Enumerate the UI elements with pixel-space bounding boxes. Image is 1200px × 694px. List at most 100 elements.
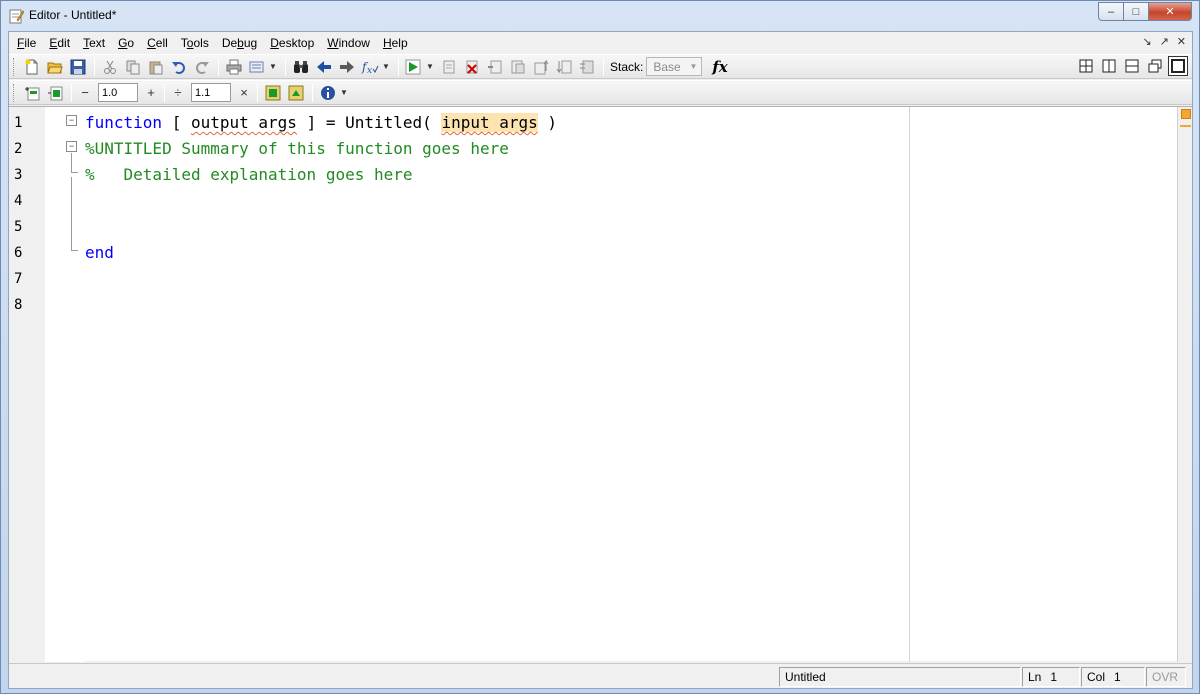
chevron-down-icon: ▼ (689, 62, 698, 71)
set-breakpoint-button[interactable] (438, 57, 460, 77)
minimize-button[interactable]: – (1098, 2, 1124, 21)
close-button[interactable]: ✕ (1149, 2, 1192, 21)
line-number-gutter: 1 2 3 4 5 6 7 8 (9, 107, 45, 662)
line-number-5[interactable]: 5 (14, 219, 22, 235)
menu-cell[interactable]: Cell (147, 36, 168, 50)
left-right-split-button[interactable] (1099, 56, 1119, 76)
increment-value-field[interactable]: 1.0 (98, 83, 138, 102)
multiply-button[interactable]: × (235, 85, 253, 100)
paste-button[interactable] (145, 57, 167, 77)
function-browser-icon: fx (361, 60, 379, 75)
cut-button[interactable] (99, 57, 121, 77)
code-line-6[interactable]: end (85, 243, 114, 262)
menu-edit[interactable]: Edit (49, 36, 70, 50)
code-editor[interactable]: 1 2 3 4 5 6 7 8 − − function [ output args ] = … (9, 106, 1192, 662)
fold-column: − − (45, 107, 85, 662)
svg-text:x: x (367, 66, 372, 75)
insert-cell-text-button[interactable] (44, 83, 66, 103)
line-number-1[interactable]: 1 (14, 115, 22, 131)
vertical-scrollbar[interactable] (1177, 107, 1192, 662)
toolbar-separator (312, 83, 313, 102)
insert-cell-divider-button[interactable] (21, 83, 43, 103)
step-button[interactable] (484, 57, 506, 77)
menu-desktop[interactable]: Desktop (270, 36, 314, 50)
copy-button[interactable] (122, 57, 144, 77)
menu-bar: File Edit Text Go Cell Tools Debug Desktop Windo… (9, 32, 1192, 54)
undo-button[interactable] (168, 57, 190, 77)
continue-button[interactable] (553, 57, 575, 77)
redo-button[interactable] (191, 57, 213, 77)
line-number-4[interactable]: 4 (14, 193, 22, 209)
step-out-button[interactable] (530, 57, 552, 77)
cell-info-button[interactable] (317, 83, 339, 103)
editor-app-icon (9, 9, 24, 24)
open-button[interactable] (44, 57, 66, 77)
toolbar-separator (603, 57, 604, 76)
decrement-button[interactable]: − (76, 85, 94, 100)
float-layout-button[interactable] (1145, 56, 1165, 76)
menu-text[interactable]: Text (83, 36, 105, 50)
code-line-1[interactable]: function [ output args ] = Untitled( inp… (85, 113, 557, 132)
line-number-3[interactable]: 3 (14, 167, 22, 183)
menu-help[interactable]: Help (383, 36, 408, 50)
fold-function-icon[interactable]: − (66, 115, 77, 126)
line-number-6[interactable]: 6 (14, 245, 22, 261)
increment-button[interactable]: + (142, 85, 160, 100)
top-bottom-split-button[interactable] (1122, 56, 1142, 76)
title-bar[interactable]: Editor - Untitled* – □ ✕ (1, 1, 1199, 31)
publish-button[interactable] (246, 57, 268, 77)
publish-dropdown-icon[interactable]: ▼ (269, 62, 277, 71)
undock-icon[interactable]: ↘ (1142, 35, 1151, 48)
new-file-button[interactable] (21, 57, 43, 77)
forward-button[interactable] (336, 57, 358, 77)
print-button[interactable] (223, 57, 245, 77)
close-document-icon[interactable]: ✕ (1177, 35, 1186, 48)
ln-label: Ln (1028, 670, 1042, 684)
exit-debug-button[interactable] (576, 57, 598, 77)
stack-select[interactable]: Base ▼ (646, 57, 703, 76)
run-button[interactable] (403, 57, 425, 77)
line-number-8[interactable]: 8 (14, 297, 22, 313)
find-button[interactable] (290, 57, 312, 77)
function-dropdown-icon[interactable]: ▼ (382, 62, 390, 71)
toolbar-grip[interactable] (13, 83, 17, 102)
step-in-button[interactable] (507, 57, 529, 77)
split-vertical-icon (1102, 59, 1116, 73)
dock-icon[interactable]: ↗ (1160, 35, 1169, 48)
evaluate-cell-icon (265, 85, 281, 100)
code-line-2[interactable]: %UNTITLED Summary of this function goes … (85, 139, 509, 158)
line-number-7[interactable]: 7 (14, 271, 22, 287)
toolbar-grip[interactable] (13, 57, 17, 76)
run-dropdown-icon[interactable]: ▼ (426, 62, 434, 71)
divide-button[interactable]: ÷ (169, 85, 187, 100)
col-label: Col (1087, 670, 1106, 684)
menu-file[interactable]: File (17, 36, 36, 50)
code-text: ) (537, 113, 558, 132)
maximize-layout-button[interactable] (1168, 56, 1188, 76)
warning-marker[interactable] (1180, 125, 1191, 127)
maximize-button[interactable]: □ (1124, 2, 1149, 21)
back-button[interactable] (313, 57, 335, 77)
tile-layout-button[interactable] (1076, 56, 1096, 76)
paste-icon (149, 61, 163, 74)
factor-value-field[interactable]: 1.1 (191, 83, 231, 102)
info-dropdown-icon[interactable]: ▼ (340, 88, 348, 97)
save-button[interactable] (67, 57, 89, 77)
evaluate-cell-button[interactable] (262, 83, 284, 103)
menu-debug[interactable]: Debug (222, 36, 257, 50)
function-browser-button[interactable]: fx (359, 57, 381, 77)
line-number-2[interactable]: 2 (14, 141, 22, 157)
insert-function-button[interactable]: fx (712, 58, 727, 76)
menu-go[interactable]: Go (118, 36, 134, 50)
status-line: Ln 1 (1022, 667, 1080, 687)
editor-window: Editor - Untitled* – □ ✕ File Edit Text Go C… (0, 0, 1200, 694)
clear-breakpoints-button[interactable] (461, 57, 483, 77)
warning-indicator-icon[interactable] (1181, 109, 1191, 119)
menu-tools[interactable]: Tools (181, 36, 209, 50)
menu-window[interactable]: Window (327, 36, 370, 50)
find-icon (294, 60, 308, 73)
code-line-3[interactable]: % Detailed explanation goes here (85, 165, 413, 184)
step-in-icon (511, 60, 525, 73)
evaluate-advance-button[interactable] (285, 83, 307, 103)
fold-comment-icon[interactable]: − (66, 141, 77, 152)
